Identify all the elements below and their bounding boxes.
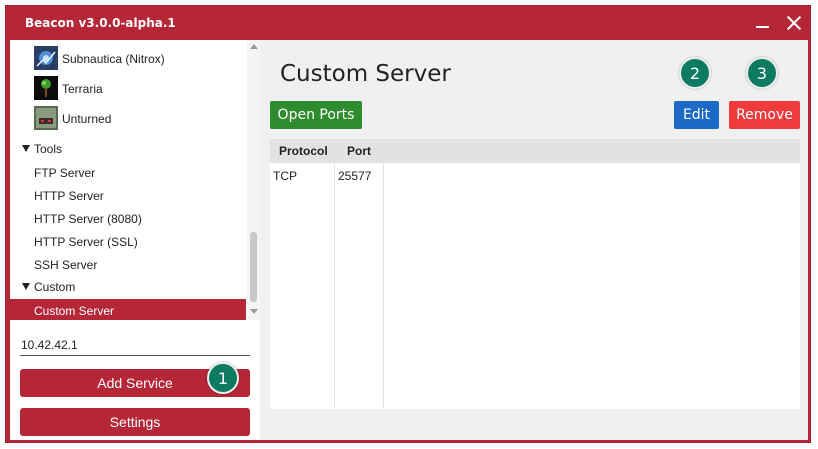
cell-protocol: TCP (273, 169, 297, 183)
tree-scrollbar[interactable] (247, 40, 260, 320)
unturned-icon (34, 106, 58, 130)
callout-badge-3: 3 (746, 57, 778, 89)
service-tree: Subnautica (Nitrox) Terraria Unturned To… (10, 40, 260, 320)
tree-item-terraria[interactable]: Terraria (10, 73, 246, 103)
page-title: Custom Server (280, 61, 451, 87)
callout-badge-2: 2 (679, 57, 711, 89)
tree-item-http-server-ssl[interactable]: HTTP Server (SSL) (10, 230, 246, 253)
tree-item-label: Subnautica (Nitrox) (62, 52, 165, 66)
settings-button[interactable]: Settings (20, 408, 250, 436)
callout-badge-1: 1 (207, 362, 239, 394)
tree-item-label: Terraria (62, 82, 103, 96)
tree-item-label: Unturned (62, 112, 112, 126)
scroll-up-icon[interactable] (250, 44, 258, 49)
edit-button[interactable]: Edit (674, 101, 719, 129)
window-content: Subnautica (Nitrox) Terraria Unturned To… (10, 40, 808, 440)
remove-button[interactable]: Remove (729, 101, 800, 129)
main-panel: Custom Server Open Ports Edit Remove Pro… (260, 40, 808, 440)
expand-triangle-icon[interactable] (22, 145, 30, 152)
subnautica-icon (34, 46, 58, 70)
tree-item-unturned[interactable]: Unturned (10, 103, 246, 133)
column-header-port[interactable]: Port (347, 144, 371, 158)
address-field[interactable] (20, 334, 250, 356)
category-label: Custom (34, 280, 76, 294)
tree-item-ftp-server[interactable]: FTP Server (10, 161, 246, 184)
tree-item-ssh-server[interactable]: SSH Server (10, 253, 246, 276)
scroll-thumb[interactable] (250, 232, 257, 302)
tree-item-http-server[interactable]: HTTP Server (10, 184, 246, 207)
tree-category-custom[interactable]: Custom (10, 276, 246, 299)
column-header-protocol[interactable]: Protocol (279, 144, 328, 158)
category-label: Tools (34, 142, 63, 156)
ports-table: Protocol Port TCP 25577 (270, 139, 800, 409)
tree-item-label: HTTP Server (SSL) (34, 235, 138, 249)
tree-item-label: HTTP Server (34, 189, 104, 203)
cell-port: 25577 (338, 169, 372, 183)
tree-category-tools[interactable]: Tools (10, 138, 246, 161)
minimize-icon[interactable] (754, 14, 772, 32)
tree-item-subnautica[interactable]: Subnautica (Nitrox) (10, 43, 246, 73)
table-header: Protocol Port (270, 139, 800, 163)
title-bar: Beacon v3.0.0-alpha.1 (6, 6, 810, 40)
tree-item-custom-server[interactable]: Custom Server (10, 299, 246, 320)
expand-triangle-icon[interactable] (22, 283, 30, 290)
scroll-down-icon[interactable] (250, 309, 258, 314)
tree-item-label: Custom Server (34, 304, 115, 318)
column-divider (334, 163, 335, 409)
tree-item-label: SSH Server (34, 258, 98, 272)
tree-item-label: FTP Server (34, 166, 96, 180)
tree-item-label: HTTP Server (8080) (34, 212, 142, 226)
close-icon[interactable] (785, 14, 803, 32)
window-title: Beacon v3.0.0-alpha.1 (25, 16, 176, 30)
tree-item-http-server-8080[interactable]: HTTP Server (8080) (10, 207, 246, 230)
open-ports-button[interactable]: Open Ports (270, 101, 362, 129)
terraria-icon (34, 76, 58, 100)
column-divider (383, 163, 384, 409)
